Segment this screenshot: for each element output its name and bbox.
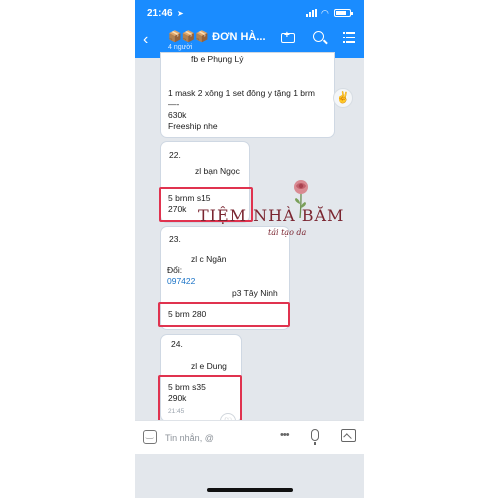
more-icon[interactable]: ••• [280, 429, 290, 441]
member-count: 4 người [168, 44, 193, 51]
home-indicator [207, 488, 293, 492]
menu-icon[interactable] [343, 32, 355, 43]
watermark-title: TIỆM NHÀ BĂM [198, 206, 345, 225]
message-bubble[interactable]: fb e Phụng Lý 1 mask 2 xông 1 set đông y… [160, 52, 335, 138]
message-line: fb e Phụng Lý [191, 54, 244, 64]
customer-name: zl e Dung [191, 361, 227, 371]
address: p3 Tây Ninh [232, 288, 278, 298]
search-icon[interactable] [313, 31, 324, 42]
wifi-icon: ◠ [321, 8, 329, 18]
exchange-label: Đổi: [167, 265, 183, 275]
message-line: 1 mask 2 xông 1 set đông y tặng 1 brm [168, 88, 315, 98]
customer-name: zl bạn Ngọc [195, 166, 240, 176]
chat-title[interactable]: 📦📦📦 ĐƠN HÀ... [168, 30, 266, 43]
video-call-icon[interactable] [281, 30, 295, 43]
image-icon[interactable] [341, 429, 356, 442]
battery-icon [334, 9, 353, 17]
order-number: 22. [169, 150, 181, 160]
status-time: 21:46 [147, 8, 173, 19]
highlight-box [158, 302, 290, 327]
back-icon[interactable]: ‹ [143, 31, 148, 49]
microphone-icon[interactable] [311, 429, 319, 445]
phone-link[interactable]: 097422 [167, 276, 195, 287]
message-input[interactable] [165, 431, 255, 445]
peace-reaction-icon[interactable]: ✌ [333, 88, 353, 108]
message-line: —- [168, 99, 180, 109]
watermark-subtitle: tái tạo da [268, 228, 307, 237]
message-line: Freeship nhe [168, 121, 218, 131]
message-line: 630k [168, 110, 187, 120]
signal-icon [306, 9, 318, 17]
customer-name: zl c Ngân [191, 254, 227, 264]
message-composer: ••• [135, 420, 364, 454]
chat-header: 21:46 ➤ ◠ ‹ 📦📦📦 ĐƠN HÀ... 4 người [135, 0, 364, 58]
sticker-icon[interactable] [143, 429, 157, 444]
order-number: 24. [171, 339, 183, 349]
status-bar: 21:46 ➤ ◠ [135, 0, 364, 26]
shop-watermark: TIỆM NHÀ BĂM tái tạo da [190, 178, 343, 248]
order-number: 23. [169, 234, 181, 244]
location-arrow-icon: ➤ [177, 9, 184, 18]
chat-screen: 21:46 ➤ ◠ ‹ 📦📦📦 ĐƠN HÀ... 4 người fb e P… [135, 0, 364, 498]
